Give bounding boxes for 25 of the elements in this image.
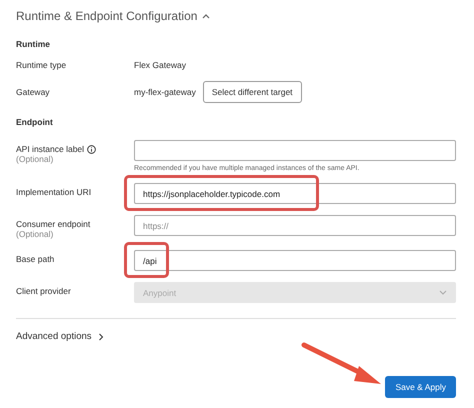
input-field[interactable]: https://jsonplaceholder.typicode.com [134,183,456,204]
input-field[interactable]: /api [134,250,456,271]
input-field[interactable] [134,140,456,161]
chevron-icon[interactable] [202,13,210,19]
optional-label: (Optional) [16,229,54,239]
field-label: Gateway [16,86,51,96]
field-value: Flex Gateway [134,60,186,70]
field-label: Consumer endpoint [16,219,90,229]
field-label: Base path [16,254,54,264]
dropdown-icon [439,290,447,295]
chevron-icon[interactable] [98,332,104,340]
field-label: Runtime type [16,60,68,70]
field-label: Client provider [16,286,71,296]
info-icon[interactable] [87,144,96,154]
section-title: Runtime & Endpoint Configuration [16,9,198,23]
section-heading: Endpoint [16,117,54,129]
select-target-button[interactable]: Select different target [202,80,302,102]
advanced-options-link[interactable]: Advanced options [16,331,92,342]
input-field[interactable]: https:// [134,215,456,236]
save-apply-button[interactable]: Save & Apply [385,376,456,398]
field-label: API instance label [16,144,84,154]
field-label: Implementation URI [16,187,92,197]
section-heading: Runtime [16,39,51,51]
field-value: my-flex-gateway [134,86,196,96]
optional-label: (Optional) [16,154,54,164]
